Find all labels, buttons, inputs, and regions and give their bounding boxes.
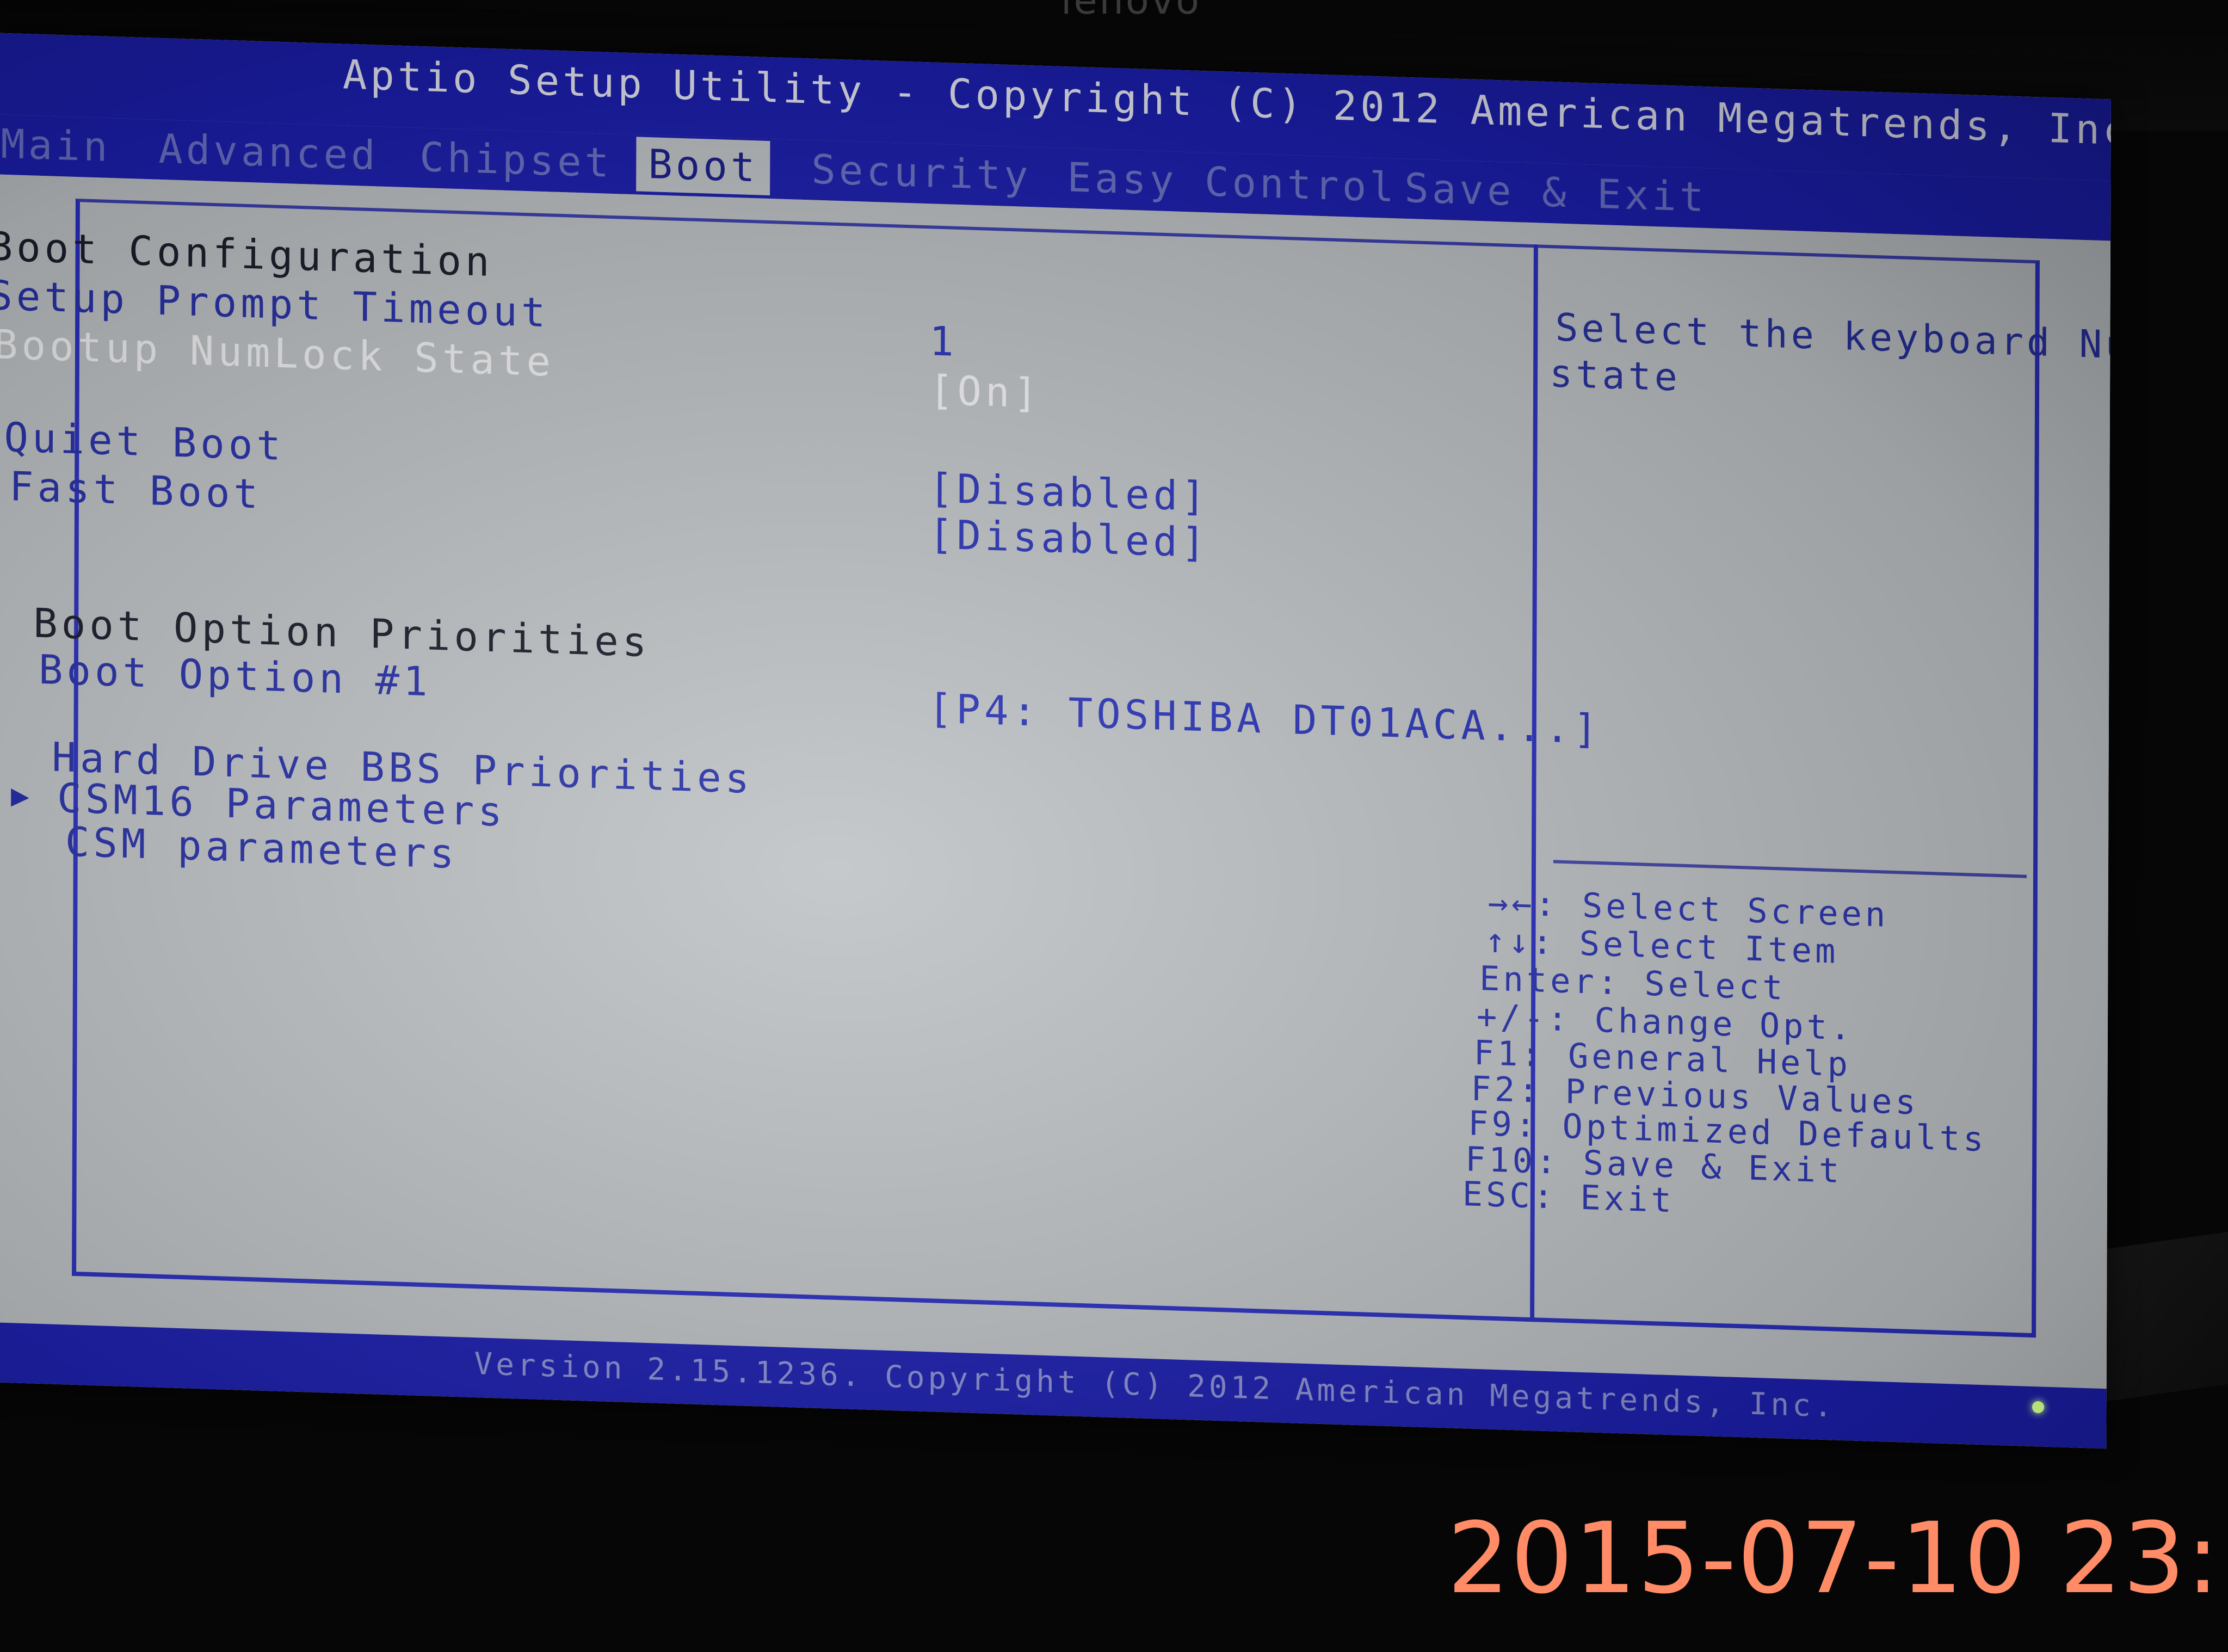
tab-security[interactable]: Security (799, 142, 1044, 204)
tab-easy-control[interactable]: Easy Control (1055, 150, 1409, 215)
help-text-line-2: state (1549, 351, 1681, 400)
tab-boot[interactable]: Boot (636, 137, 770, 196)
monitor-brand-logo: lenovo (1061, 0, 1201, 23)
value-setup-prompt-timeout[interactable]: 1 (929, 318, 958, 366)
power-led-icon (2032, 1401, 2044, 1413)
setting-fast-boot[interactable]: Fast Boot (9, 463, 262, 518)
tab-chipset[interactable]: Chipset (408, 130, 624, 190)
key-hint-esc: ESC: Exit (1462, 1174, 1675, 1220)
tab-main[interactable]: Main (0, 116, 123, 175)
bios-screen: Aptio Setup Utility - Copyright (C) 2012… (0, 33, 2111, 1449)
photo-timestamp: 2015-07-10 23:11 (1447, 1502, 2228, 1616)
value-bootup-numlock-state[interactable]: [On] (929, 367, 1042, 417)
tab-advanced[interactable]: Advanced (146, 121, 391, 183)
boot-page: Boot Configuration Setup Prompt Timeout … (0, 174, 2111, 1389)
tab-save-exit[interactable]: Save & Exit (1392, 161, 1719, 225)
value-fast-boot[interactable]: [Disabled] (929, 511, 1209, 566)
submenu-pointer-icon: ▶ (10, 778, 29, 814)
setting-quiet-boot[interactable]: Quiet Boot (4, 414, 285, 470)
